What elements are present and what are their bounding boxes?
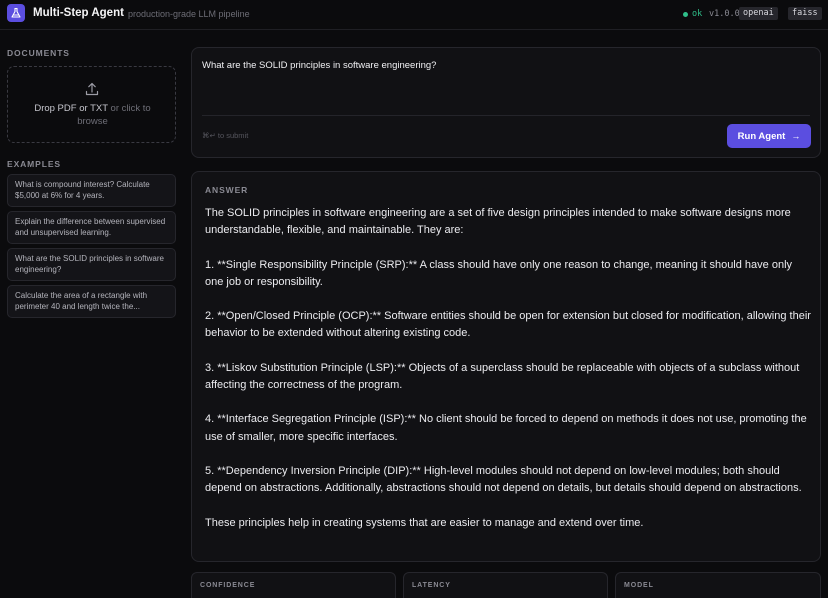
confidence-card: CONFIDENCE xyxy=(191,572,396,598)
run-agent-label: Run Agent xyxy=(737,130,786,142)
status-dot-icon xyxy=(683,11,688,17)
submit-hint: ⌘↵ to submit xyxy=(202,131,249,140)
app-subtitle: production-grade LLM pipeline xyxy=(128,9,250,19)
app-header: Multi-Step Agent production-grade LLM pi… xyxy=(0,0,828,30)
example-item[interactable]: What is compound interest? Calculate $5,… xyxy=(7,174,176,207)
model-card: MODEL xyxy=(615,572,821,598)
dropzone-text: Drop PDF or TXT or click to browse xyxy=(18,102,167,128)
answer-paragraph: 1. **Single Responsibility Principle (SR… xyxy=(205,258,793,288)
badge-openai: openai xyxy=(739,7,778,20)
version-label: v1.0.0 xyxy=(709,9,740,19)
answer-paragraph: 3. **Liskov Substitution Principle (LSP)… xyxy=(205,361,800,391)
dropzone-primary: Drop PDF or TXT xyxy=(34,103,108,114)
file-dropzone[interactable]: Drop PDF or TXT or click to browse xyxy=(7,66,176,143)
flask-icon xyxy=(11,7,21,18)
badge-faiss: faiss xyxy=(788,7,822,20)
model-label: MODEL xyxy=(624,582,654,589)
documents-label: DOCUMENTS xyxy=(7,48,70,58)
answer-paragraph: 5. **Dependency Inversion Principle (DIP… xyxy=(205,464,802,495)
answer-paragraph: These principles help in creating system… xyxy=(205,516,644,529)
answer-paragraph: 4. **Interface Segregation Principle (IS… xyxy=(205,413,807,443)
query-divider xyxy=(202,115,810,116)
app-title: Multi-Step Agent xyxy=(33,7,124,19)
answer-card: ANSWER The SOLID principles in software … xyxy=(191,171,821,562)
status-indicator: ok xyxy=(683,9,702,19)
arrow-right-icon: → xyxy=(791,131,801,141)
run-agent-button[interactable]: Run Agent → xyxy=(727,124,811,148)
answer-paragraph: The SOLID principles in software enginee… xyxy=(205,207,791,237)
examples-label: EXAMPLES xyxy=(7,159,61,169)
latency-label: LATENCY xyxy=(412,582,451,589)
example-item[interactable]: What are the SOLID principles in softwar… xyxy=(7,248,176,281)
latency-card: LATENCY xyxy=(403,572,608,598)
app-logo xyxy=(7,4,25,22)
example-item[interactable]: Calculate the area of a rectangle with p… xyxy=(7,285,176,318)
example-item[interactable]: Explain the difference between supervise… xyxy=(7,211,176,244)
answer-label: ANSWER xyxy=(205,185,249,195)
answer-paragraph: 2. **Open/Closed Principle (OCP):** Soft… xyxy=(205,310,811,340)
status-text: ok xyxy=(692,9,703,19)
confidence-label: CONFIDENCE xyxy=(200,582,256,589)
query-card: What are the SOLID principles in softwar… xyxy=(191,47,821,158)
upload-icon xyxy=(85,82,99,96)
answer-body: The SOLID principles in software enginee… xyxy=(205,205,811,532)
query-input[interactable]: What are the SOLID principles in softwar… xyxy=(202,60,802,71)
